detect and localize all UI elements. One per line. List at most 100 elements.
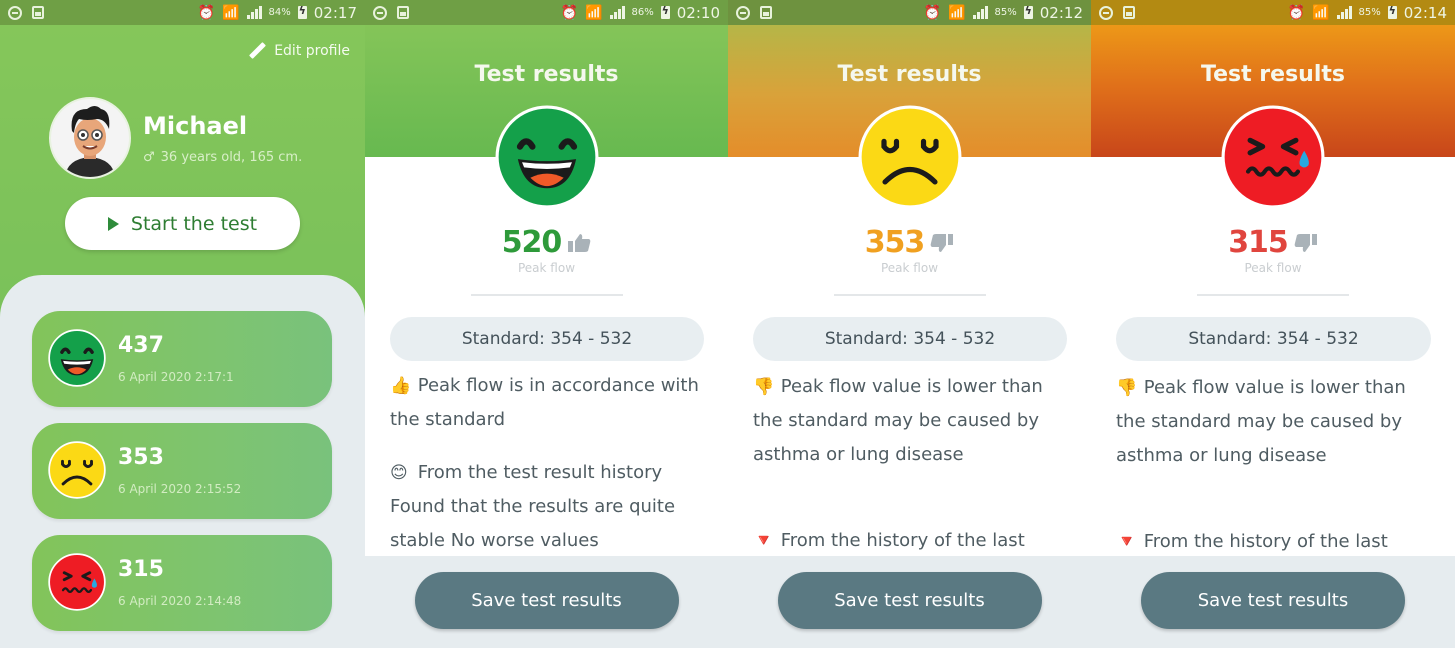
distressed-face-icon (48, 553, 106, 611)
clock: 02:12 (1039, 3, 1083, 22)
thumbs-down-icon (930, 233, 954, 252)
battery-percent: 86% (631, 7, 654, 18)
result-message: 🔻 From the history of the last (1116, 525, 1437, 559)
signal-icon (1336, 6, 1352, 19)
save-results-button[interactable]: Save test results (1141, 572, 1405, 629)
page-title: Test results (1201, 62, 1345, 87)
battery-charging-icon (1023, 4, 1033, 19)
history-date: 6 April 2020 2:14:48 (118, 594, 242, 608)
start-test-label: Start the test (130, 212, 258, 235)
red-triangle-down-icon: 🔻 (1116, 532, 1138, 552)
cartoon-man-avatar-icon (65, 106, 115, 177)
clock: 02:14 (1403, 3, 1447, 22)
wifi-icon: 📶 (222, 4, 240, 21)
do-not-disturb-icon (373, 5, 387, 20)
peak-flow-score: 315 (1228, 225, 1289, 260)
signal-icon (246, 6, 262, 19)
score-row: 353 (728, 225, 1091, 260)
do-not-disturb-icon (736, 5, 750, 20)
thumbs-up-emoji-icon: 👍 (390, 376, 412, 396)
thumbs-down-emoji-icon: 👎 (1116, 378, 1138, 398)
divider (470, 294, 623, 296)
message-text: From the test result history Found that … (390, 462, 676, 551)
status-bar: ⏰ 📶 85% 02:12 (728, 0, 1091, 25)
avatar[interactable] (49, 97, 131, 179)
alarm-icon: ⏰ (560, 4, 579, 21)
pencil-icon (248, 42, 266, 60)
status-bar: ⏰ 📶 86% 02:10 (365, 0, 728, 25)
peak-flow-score: 520 (501, 225, 563, 260)
battery-charging-icon (1387, 4, 1397, 19)
alarm-icon: ⏰ (197, 4, 216, 21)
status-bar: ⏰ 📶 85% 02:14 (1091, 0, 1455, 25)
gallery-icon (760, 6, 772, 19)
message-text: Peak flow value is lower than the standa… (753, 376, 1043, 465)
divider (833, 294, 986, 296)
result-footer: Save test results (365, 556, 728, 648)
save-results-button[interactable]: Save test results (777, 572, 1042, 629)
page-title: Test results (474, 62, 619, 87)
edit-profile-button[interactable]: Edit profile (248, 42, 350, 60)
smiling-emoji-icon: 😊 (390, 463, 408, 483)
thumbs-up-icon (568, 233, 591, 252)
standard-range-badge: Standard: 354 - 532 (1116, 317, 1431, 361)
message-text: Peak flow value is lower than the standa… (1116, 377, 1406, 466)
history-item[interactable]: 353 6 April 2020 2:15:52 (32, 423, 332, 519)
history-date: 6 April 2020 2:17:1 (118, 370, 234, 384)
result-footer: Save test results (728, 556, 1091, 648)
battery-charging-icon (297, 4, 307, 19)
happy-face-icon (48, 329, 106, 387)
battery-charging-icon (660, 4, 670, 19)
gallery-icon (32, 6, 44, 19)
result-screen-bad: ⏰ 📶 85% 02:14 Test results 315 Peak flow… (1091, 0, 1455, 648)
wifi-icon: 📶 (585, 4, 603, 21)
alarm-icon: ⏰ (1287, 4, 1306, 21)
standard-range-badge: Standard: 354 - 532 (753, 317, 1067, 361)
page-title: Test results (837, 62, 982, 87)
result-message: 👍 Peak flow is in accordance with the st… (390, 369, 710, 437)
standard-range-badge: Standard: 354 - 532 (390, 317, 704, 361)
do-not-disturb-icon (1099, 5, 1113, 20)
save-results-button[interactable]: Save test results (414, 572, 679, 629)
profile-screen: ⏰ 📶 84% 02:17 Edit profile Michael ♂ 36 … (0, 0, 365, 648)
result-message: 😊 From the test result history Found tha… (390, 456, 710, 558)
history-panel: 437 6 April 2020 2:17:1 353 6 April 2020… (0, 275, 365, 648)
history-item[interactable]: 437 6 April 2020 2:17:1 (32, 311, 332, 407)
history-date: 6 April 2020 2:15:52 (118, 482, 242, 496)
result-screen-medium: ⏰ 📶 85% 02:12 Test results 353 Peak flow… (728, 0, 1091, 648)
battery-percent: 85% (1358, 7, 1381, 18)
clock: 02:10 (676, 3, 720, 22)
wifi-icon: 📶 (948, 4, 966, 21)
sad-face-icon (48, 441, 106, 499)
result-message: 👎 Peak flow value is lower than the stan… (1116, 371, 1437, 473)
battery-percent: 85% (994, 7, 1017, 18)
history-value: 315 (118, 557, 164, 582)
profile-name: Michael (143, 112, 248, 140)
clock: 02:17 (313, 3, 357, 22)
happy-face-icon (495, 105, 599, 209)
profile-age-height: 36 years old, 165 cm. (160, 150, 303, 165)
result-message: 👎 Peak flow value is lower than the stan… (753, 370, 1073, 472)
peak-flow-score: 353 (864, 225, 926, 260)
profile-info: ♂ 36 years old, 165 cm. (143, 150, 302, 165)
signal-icon (609, 6, 625, 19)
history-value: 353 (118, 445, 164, 470)
sad-face-icon (858, 105, 962, 209)
battery-percent: 84% (268, 7, 291, 18)
result-screen-good: ⏰ 📶 86% 02:10 Test results 520 Peak flow… (365, 0, 728, 648)
male-icon: ♂ (143, 150, 155, 165)
status-bar: ⏰ 📶 84% 02:17 (0, 0, 365, 25)
peak-flow-label: Peak flow (880, 261, 939, 275)
message-text: From the history of the last (1143, 531, 1388, 552)
play-icon (107, 216, 119, 231)
do-not-disturb-icon (8, 5, 22, 20)
gallery-icon (1123, 6, 1135, 19)
distressed-face-icon (1221, 105, 1325, 209)
start-test-button[interactable]: Start the test (65, 197, 300, 250)
alarm-icon: ⏰ (923, 4, 942, 21)
signal-icon (972, 6, 988, 19)
result-message: 🔻 From the history of the last (753, 524, 1073, 558)
history-item[interactable]: 315 6 April 2020 2:14:48 (32, 535, 332, 631)
peak-flow-label: Peak flow (1244, 261, 1302, 275)
result-footer: Save test results (1091, 556, 1455, 648)
